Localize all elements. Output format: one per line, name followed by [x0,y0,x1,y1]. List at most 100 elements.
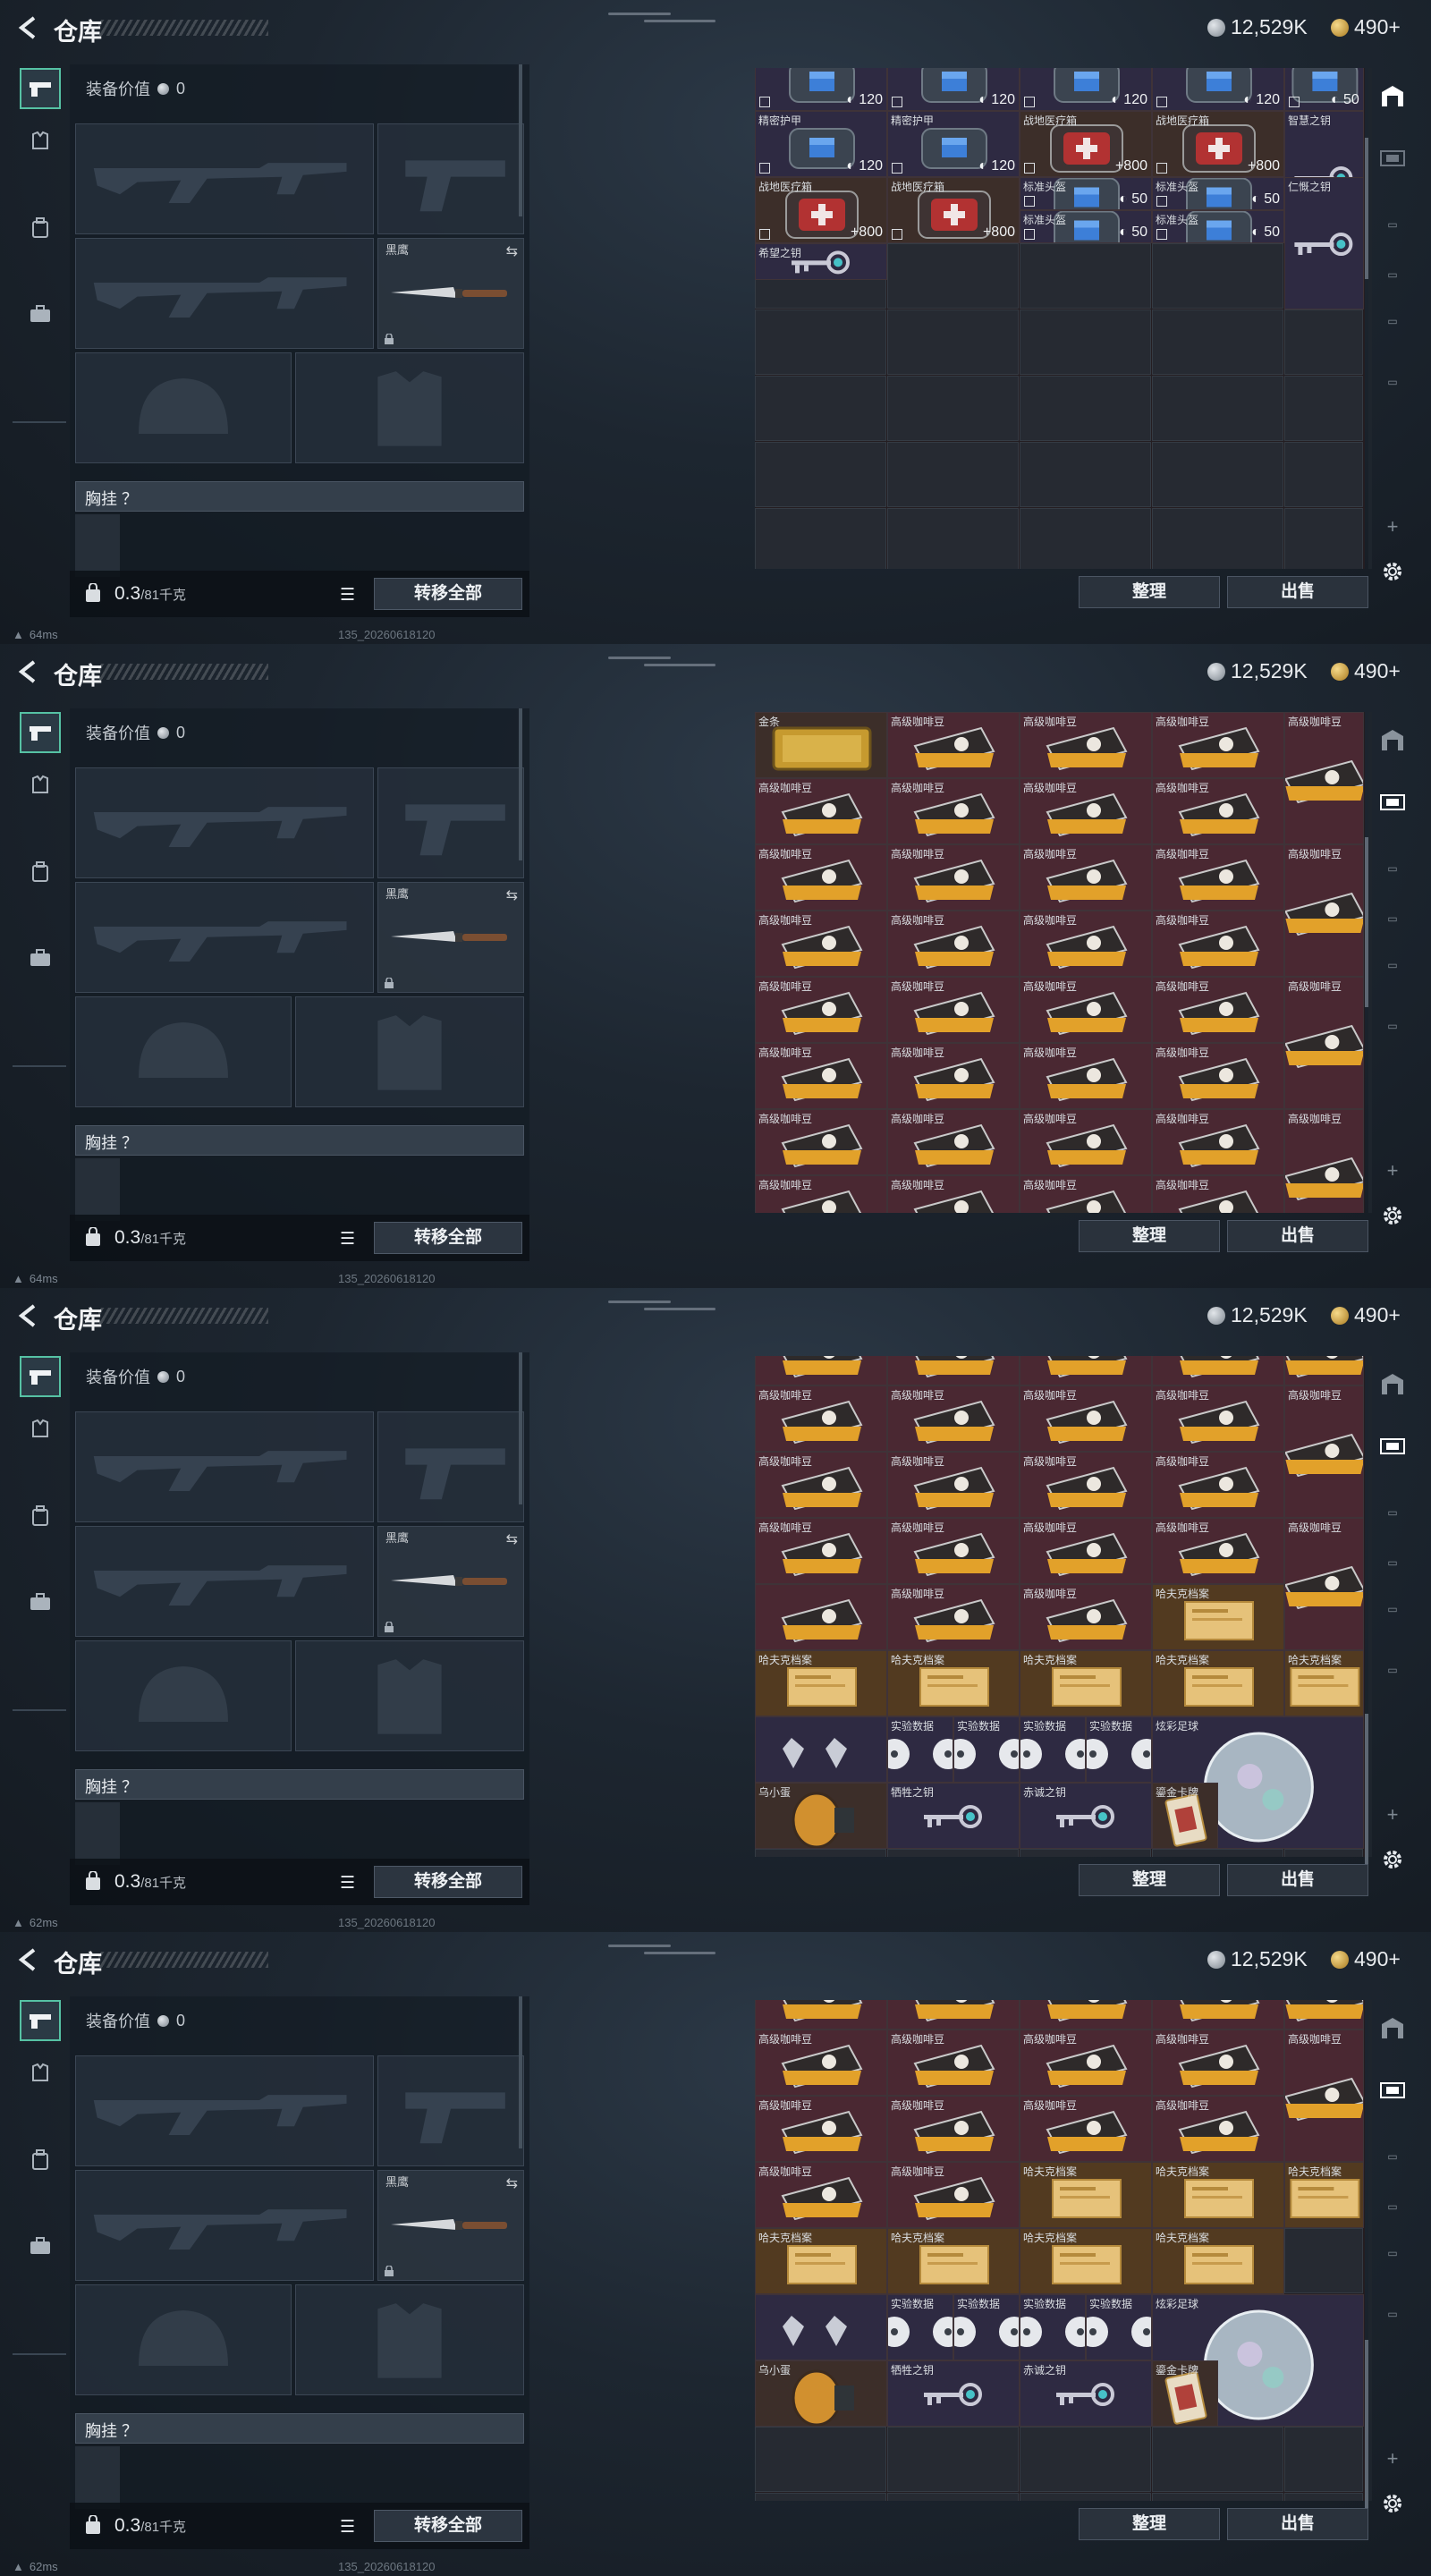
storage-item[interactable]: 乌小蛋 [755,2360,887,2428]
storage-scrollbar[interactable] [1365,837,1368,1007]
container-slot-5[interactable]: ▭ [1377,950,1408,980]
storage-item[interactable]: 高级咖啡豆 [1020,1175,1152,1213]
storage-item[interactable]: 标准头盔 ◐ 50 [1152,210,1284,244]
storage-item[interactable]: 哈夫克档案 [755,1650,887,1717]
storage-item[interactable]: 哈夫克档案 [755,2228,887,2295]
secondary-weapon-slot[interactable] [75,238,374,349]
storage-item[interactable]: 实验数据 [1086,1716,1152,1784]
storage-item[interactable]: 高级咖啡豆 [1020,1584,1152,1651]
storage-item[interactable]: 哈夫克档案 [1284,2162,1364,2229]
silver-currency[interactable]: 12,529K [1207,1303,1308,1327]
container-slot-6[interactable]: ▭ [1377,2299,1408,2329]
storage-item[interactable]: 哈夫克档案 [1020,2162,1152,2229]
body-armor-slot[interactable] [295,1640,524,1751]
weapon-tab[interactable] [20,712,61,753]
storage-item[interactable] [887,2000,1020,2030]
pistol-slot[interactable] [377,2055,524,2166]
list-icon[interactable]: ☰ [340,2517,355,2538]
storage-item[interactable]: ◐ 120 [887,68,1020,112]
storage-item[interactable] [1020,2000,1152,2030]
storage-item[interactable]: 高级咖啡豆 [755,1452,887,1519]
storage-item[interactable]: 鎏金卡牌 [1152,2360,1218,2428]
container-tab[interactable] [1377,2075,1408,2106]
storage-item[interactable]: 乌小蛋 [755,1783,887,1850]
storage-item[interactable]: 高级咖啡豆 [1152,2029,1284,2097]
storage-item[interactable]: 高级咖啡豆 [1020,844,1152,911]
storage-item[interactable]: ◐ 120 [1152,68,1284,112]
storage-item[interactable]: 战地医疗箱 +800 [1020,111,1152,178]
container-slot-6[interactable]: ▭ [1377,1655,1408,1685]
storage-item[interactable]: 实验数据 [953,2294,1020,2361]
storage-item[interactable]: 仁慨之钥 [1284,177,1364,310]
helmet-slot[interactable] [75,2284,292,2395]
swap-icon[interactable]: ⇆ [506,886,518,904]
storage-item[interactable]: 高级咖啡豆 [887,1452,1020,1519]
storage-item[interactable]: 高级咖啡豆 [887,1043,1020,1109]
body-armor-slot[interactable] [295,352,524,463]
back-arrow-icon[interactable] [14,14,41,41]
storage-item[interactable]: 高级咖啡豆 [755,1385,887,1453]
storage-item[interactable]: 高级咖啡豆 [887,911,1020,977]
transfer-all-button[interactable]: 转移全部 [374,1222,522,1254]
storage-item[interactable]: 高级咖啡豆 [755,2096,887,2163]
swap-icon[interactable]: ⇆ [506,1530,518,1548]
storage-item[interactable]: 赤诚之钥 [1020,2360,1152,2428]
container-tab[interactable] [1377,143,1408,174]
storage-item[interactable]: 鎏金卡牌 [1152,1783,1218,1850]
storage-item[interactable]: 高级咖啡豆 [1284,2029,1364,2163]
storage-item[interactable]: 实验数据 [953,1716,1020,1784]
storage-item[interactable]: 高级咖啡豆 [1152,778,1284,844]
storage-item[interactable]: 高级咖啡豆 [887,2096,1020,2163]
storage-item[interactable]: 高级咖啡豆 [887,2162,1020,2229]
weapon-tab[interactable] [20,68,61,109]
container-slot-5[interactable]: ▭ [1377,2238,1408,2268]
container-slot-4[interactable]: ▭ [1377,903,1408,934]
sort-button[interactable]: 整理 [1079,1864,1220,1896]
storage-item[interactable]: 高级咖啡豆 [887,844,1020,911]
backpack-tab[interactable] [20,2140,61,2181]
storage-item[interactable]: 哈夫克档案 [887,1650,1020,1717]
storage-item[interactable]: 高级咖啡豆 [755,1043,887,1109]
storage-item[interactable]: 哈夫克档案 [1152,1584,1284,1651]
storage-item[interactable]: 标准头盔 ◐ 50 [1020,177,1152,211]
loadout-scrollbar[interactable] [519,1352,522,1504]
case-tab[interactable] [20,2225,61,2267]
storage-item[interactable]: 高级咖啡豆 [887,1385,1020,1453]
pistol-slot[interactable] [377,1411,524,1522]
transfer-all-button[interactable]: 转移全部 [374,1866,522,1898]
storage-item[interactable] [755,1356,887,1386]
storage-item[interactable]: 哈夫克档案 [1152,1650,1284,1717]
backpack-tab[interactable] [20,208,61,249]
storage-item[interactable]: 高级咖啡豆 [755,844,887,911]
storage-item[interactable]: 高级咖啡豆 [1020,2096,1152,2163]
storage-item[interactable]: 精密护甲 ◐ 120 [887,111,1020,178]
pistol-slot[interactable] [377,767,524,878]
container-slot-3[interactable]: ▭ [1377,209,1408,240]
armor-tab[interactable] [20,120,61,161]
container-slot-4[interactable]: ▭ [1377,1547,1408,1578]
back-arrow-icon[interactable] [14,1302,41,1329]
storage-item[interactable]: 牺牲之钥 [887,2360,1020,2428]
helmet-slot[interactable] [75,352,292,463]
storage-item[interactable]: 高级咖啡豆 [1152,712,1284,778]
settings-gear-icon[interactable] [1377,556,1408,587]
storage-item[interactable]: 高级咖啡豆 [1152,977,1284,1043]
chest-rig-slot[interactable] [75,514,120,577]
storage-item[interactable]: 实验数据 [887,1716,953,1784]
storage-item[interactable]: 高级咖啡豆 [755,2162,887,2229]
chest-rig-slot[interactable] [75,1158,120,1221]
storage-item[interactable] [1284,2000,1364,2030]
chest-rig-slot[interactable] [75,2446,120,2509]
storage-item[interactable]: 高级咖啡豆 [887,778,1020,844]
container-slot-3[interactable]: ▭ [1377,853,1408,884]
container-slot-3[interactable]: ▭ [1377,1497,1408,1528]
storage-item[interactable]: 高级咖啡豆 [1284,1385,1364,1519]
storage-tab[interactable] [1377,2012,1408,2043]
melee-slot[interactable]: 黑鹰 ⇆ [377,2170,524,2281]
list-icon[interactable]: ☰ [340,1229,355,1250]
primary-weapon-slot[interactable] [75,2055,374,2166]
storage-item[interactable]: 高级咖啡豆 [1152,1109,1284,1175]
armor-tab[interactable] [20,2052,61,2093]
transfer-all-button[interactable]: 转移全部 [374,578,522,610]
swap-icon[interactable]: ⇆ [506,242,518,260]
